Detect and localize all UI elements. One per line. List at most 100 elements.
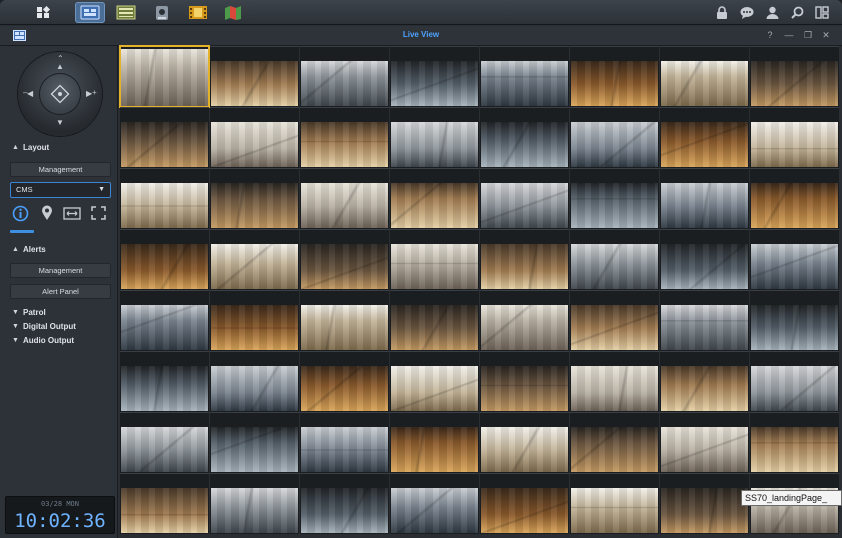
camera-tile[interactable] <box>120 168 209 229</box>
camera-tile[interactable] <box>750 229 839 290</box>
alert-panel-button[interactable]: Alert Panel <box>10 284 111 299</box>
camera-tile[interactable] <box>300 412 389 473</box>
close-button[interactable]: ✕ <box>819 29 833 42</box>
camera-tile[interactable] <box>750 290 839 351</box>
camera-tile[interactable] <box>480 412 569 473</box>
digital-output-section-header[interactable]: ▼ Digital Output <box>12 322 76 331</box>
camera-tile[interactable] <box>570 46 659 107</box>
camera-tile[interactable] <box>480 229 569 290</box>
location-button[interactable] <box>37 204 57 222</box>
camera-tile[interactable] <box>750 168 839 229</box>
camera-tile[interactable] <box>660 168 749 229</box>
camera-tile[interactable] <box>660 412 749 473</box>
camera-tile[interactable] <box>300 290 389 351</box>
recording-app-button[interactable] <box>183 2 213 23</box>
camera-tile[interactable] <box>300 351 389 412</box>
emap-app-button[interactable] <box>218 2 248 23</box>
camera-tile[interactable] <box>390 229 479 290</box>
camera-tile[interactable] <box>660 473 749 534</box>
ptz-plus-icon[interactable]: + <box>92 88 97 97</box>
user-button[interactable] <box>763 4 781 21</box>
camera-tile[interactable] <box>750 107 839 168</box>
camera-tile[interactable] <box>750 46 839 107</box>
info-button[interactable] <box>10 204 30 222</box>
ptz-down-icon[interactable]: ▼ <box>56 118 64 127</box>
layout-management-button[interactable]: Management <box>10 162 111 177</box>
alerts-section-header[interactable]: ▲ Alerts <box>12 245 46 254</box>
alerts-management-button[interactable]: Management <box>10 263 111 278</box>
fullscreen-button[interactable] <box>88 204 108 222</box>
camera-tile[interactable] <box>750 351 839 412</box>
camera-tile[interactable] <box>300 168 389 229</box>
ptz-home-button[interactable] <box>40 74 80 114</box>
camera-tile[interactable] <box>390 290 479 351</box>
camera-tile[interactable] <box>300 46 389 107</box>
ptz-left-icon[interactable]: ◀ <box>27 89 33 98</box>
camera-tile[interactable] <box>660 46 749 107</box>
ptz-control[interactable]: ⌃ ▲ ▼ ◀ ▶ – + <box>18 52 102 136</box>
help-button[interactable]: ? <box>763 29 777 42</box>
camera-tile[interactable] <box>120 351 209 412</box>
camera-tile[interactable] <box>210 168 299 229</box>
camera-tile[interactable] <box>480 351 569 412</box>
camera-tile[interactable] <box>210 107 299 168</box>
camera-tile[interactable] <box>120 473 209 534</box>
chat-button[interactable] <box>738 4 756 21</box>
live-view-app-button[interactable] <box>75 2 105 23</box>
timeline-app-button[interactable] <box>111 2 141 23</box>
camera-tile[interactable] <box>570 229 659 290</box>
camera-tile[interactable] <box>390 473 479 534</box>
camera-tile[interactable] <box>120 229 209 290</box>
camera-tile[interactable] <box>210 46 299 107</box>
camera-app-button[interactable] <box>147 2 177 23</box>
camera-tile[interactable] <box>570 473 659 534</box>
camera-tile[interactable] <box>480 168 569 229</box>
camera-tile[interactable] <box>480 46 569 107</box>
camera-tile[interactable] <box>660 290 749 351</box>
camera-tile[interactable] <box>300 107 389 168</box>
camera-tile[interactable] <box>390 107 479 168</box>
camera-tile[interactable] <box>480 290 569 351</box>
camera-tile[interactable] <box>120 290 209 351</box>
camera-tile[interactable] <box>210 351 299 412</box>
camera-tile[interactable] <box>300 473 389 534</box>
camera-tile[interactable] <box>660 351 749 412</box>
lock-button[interactable] <box>713 4 731 21</box>
camera-tile[interactable] <box>210 229 299 290</box>
camera-feed-image <box>571 183 658 228</box>
layout-select[interactable]: CMS ▼ <box>10 182 111 198</box>
camera-tile[interactable] <box>210 290 299 351</box>
camera-tile[interactable] <box>570 168 659 229</box>
camera-feed-image <box>301 244 388 289</box>
camera-tile[interactable] <box>120 412 209 473</box>
layout-section-header[interactable]: ▲ Layout <box>12 143 49 152</box>
camera-tile[interactable] <box>390 46 479 107</box>
camera-tile[interactable] <box>390 168 479 229</box>
widgets-button[interactable] <box>813 4 831 21</box>
minimize-button[interactable]: — <box>782 29 796 42</box>
camera-tile[interactable] <box>570 107 659 168</box>
camera-tile[interactable] <box>120 107 209 168</box>
camera-tile[interactable] <box>390 412 479 473</box>
camera-tile[interactable] <box>210 473 299 534</box>
patrol-section-header[interactable]: ▼ Patrol <box>12 308 46 317</box>
camera-tile[interactable] <box>390 351 479 412</box>
fit-width-button[interactable] <box>62 204 82 222</box>
camera-tile[interactable] <box>570 351 659 412</box>
ptz-up-icon[interactable]: ▲ <box>56 62 64 71</box>
camera-tile[interactable] <box>660 229 749 290</box>
camera-tile[interactable] <box>480 107 569 168</box>
camera-tile[interactable] <box>119 45 210 108</box>
restore-button[interactable]: ❐ <box>801 29 815 42</box>
camera-tile[interactable] <box>570 290 659 351</box>
camera-tile[interactable] <box>300 229 389 290</box>
ptz-minus-icon[interactable]: – <box>23 88 27 97</box>
audio-output-section-header[interactable]: ▼ Audio Output <box>12 336 74 345</box>
main-menu-button[interactable] <box>28 2 58 23</box>
camera-tile[interactable] <box>660 107 749 168</box>
camera-tile[interactable] <box>210 412 299 473</box>
camera-tile[interactable] <box>570 412 659 473</box>
camera-tile[interactable] <box>480 473 569 534</box>
camera-tile[interactable] <box>750 412 839 473</box>
search-button[interactable] <box>788 4 806 21</box>
